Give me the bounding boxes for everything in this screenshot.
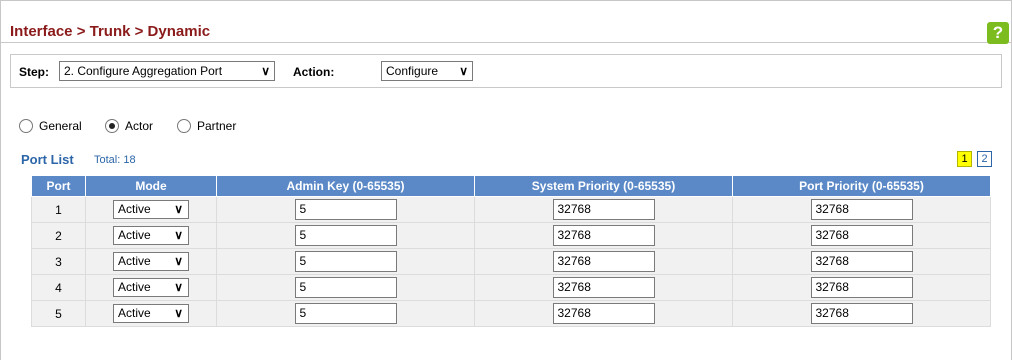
port-cell: 3 — [31, 248, 86, 275]
step-select-value: 2. Configure Aggregation Port — [64, 64, 223, 78]
mode-value: Active — [118, 280, 151, 294]
step-bar: Step: 2. Configure Aggregation Port ∨ Ac… — [10, 54, 1002, 88]
page-button-2[interactable]: 2 — [977, 151, 992, 167]
col-header-mode: Mode — [85, 175, 217, 197]
help-icon[interactable]: ? — [987, 22, 1009, 44]
page-button-1[interactable]: 1 — [957, 151, 972, 167]
mode-value: Active — [118, 254, 151, 268]
mode-select[interactable]: Active ∨ — [113, 278, 189, 297]
table-header-row: Port Mode Admin Key (0-65535) System Pri… — [31, 175, 991, 197]
port-cell: 2 — [31, 222, 86, 249]
chevron-down-icon: ∨ — [261, 64, 270, 78]
radio-general[interactable] — [19, 119, 33, 133]
action-select-value: Configure — [386, 64, 439, 78]
mode-value: Active — [118, 202, 151, 216]
port-priority-input[interactable]: 32768 — [810, 277, 913, 298]
page-title: Interface > Trunk > Dynamic — [10, 23, 211, 40]
admin-key-input[interactable]: 5 — [294, 225, 397, 246]
col-header-admin-key: Admin Key (0-65535) — [216, 175, 475, 197]
chevron-down-icon: ∨ — [174, 254, 183, 268]
radio-partner-label: Partner — [197, 119, 237, 133]
mode-value: Active — [118, 306, 151, 320]
port-list-title: Port List — [21, 152, 74, 167]
mode-select[interactable]: Active ∨ — [113, 252, 189, 271]
chevron-down-icon: ∨ — [459, 64, 468, 78]
title-bar: Interface > Trunk > Dynamic ? — [1, 1, 1011, 44]
mode-select[interactable]: Active ∨ — [113, 304, 189, 323]
mode-select[interactable]: Active ∨ — [113, 226, 189, 245]
system-priority-input[interactable]: 32768 — [552, 199, 655, 220]
table-row: 3 Active ∨ 5 32768 32768 — [31, 248, 991, 275]
radio-general-label: General — [39, 119, 82, 133]
port-priority-input[interactable]: 32768 — [810, 199, 913, 220]
step-select[interactable]: 2. Configure Aggregation Port ∨ — [59, 61, 275, 81]
col-header-system-priority: System Priority (0-65535) — [474, 175, 733, 197]
chevron-down-icon: ∨ — [174, 228, 183, 242]
chevron-down-icon: ∨ — [174, 306, 183, 320]
system-priority-input[interactable]: 32768 — [552, 225, 655, 246]
radio-actor-label: Actor — [125, 119, 154, 133]
table-row: 4 Active ∨ 5 32768 32768 — [31, 274, 991, 301]
admin-key-input[interactable]: 5 — [294, 277, 397, 298]
action-select[interactable]: Configure ∨ — [381, 61, 473, 81]
action-label: Action: — [293, 65, 335, 79]
port-cell: 1 — [31, 196, 86, 223]
port-table: Port Mode Admin Key (0-65535) System Pri… — [31, 175, 991, 327]
admin-key-input[interactable]: 5 — [294, 251, 397, 272]
radio-partner[interactable] — [177, 119, 191, 133]
radio-actor[interactable] — [105, 119, 119, 133]
mode-value: Active — [118, 228, 151, 242]
mode-select[interactable]: Active ∨ — [113, 200, 189, 219]
page-frame: Interface > Trunk > Dynamic ? Step: 2. C… — [0, 0, 1012, 360]
port-priority-input[interactable]: 32768 — [810, 225, 913, 246]
table-row: 1 Active ∨ 5 32768 32768 — [31, 196, 991, 223]
table-row: 2 Active ∨ 5 32768 32768 — [31, 222, 991, 249]
port-priority-input[interactable]: 32768 — [810, 303, 913, 324]
port-cell: 4 — [31, 274, 86, 301]
port-cell: 5 — [31, 300, 86, 327]
system-priority-input[interactable]: 32768 — [552, 251, 655, 272]
port-total: Total: 18 — [94, 154, 136, 166]
col-header-port: Port — [31, 175, 86, 197]
chevron-down-icon: ∨ — [174, 202, 183, 216]
admin-key-input[interactable]: 5 — [294, 199, 397, 220]
step-label: Step: — [19, 65, 49, 79]
system-priority-input[interactable]: 32768 — [552, 277, 655, 298]
admin-key-input[interactable]: 5 — [294, 303, 397, 324]
chevron-down-icon: ∨ — [174, 280, 183, 294]
system-priority-input[interactable]: 32768 — [552, 303, 655, 324]
port-priority-input[interactable]: 32768 — [810, 251, 913, 272]
table-row: 5 Active ∨ 5 32768 32768 — [31, 300, 991, 327]
col-header-port-priority: Port Priority (0-65535) — [732, 175, 991, 197]
